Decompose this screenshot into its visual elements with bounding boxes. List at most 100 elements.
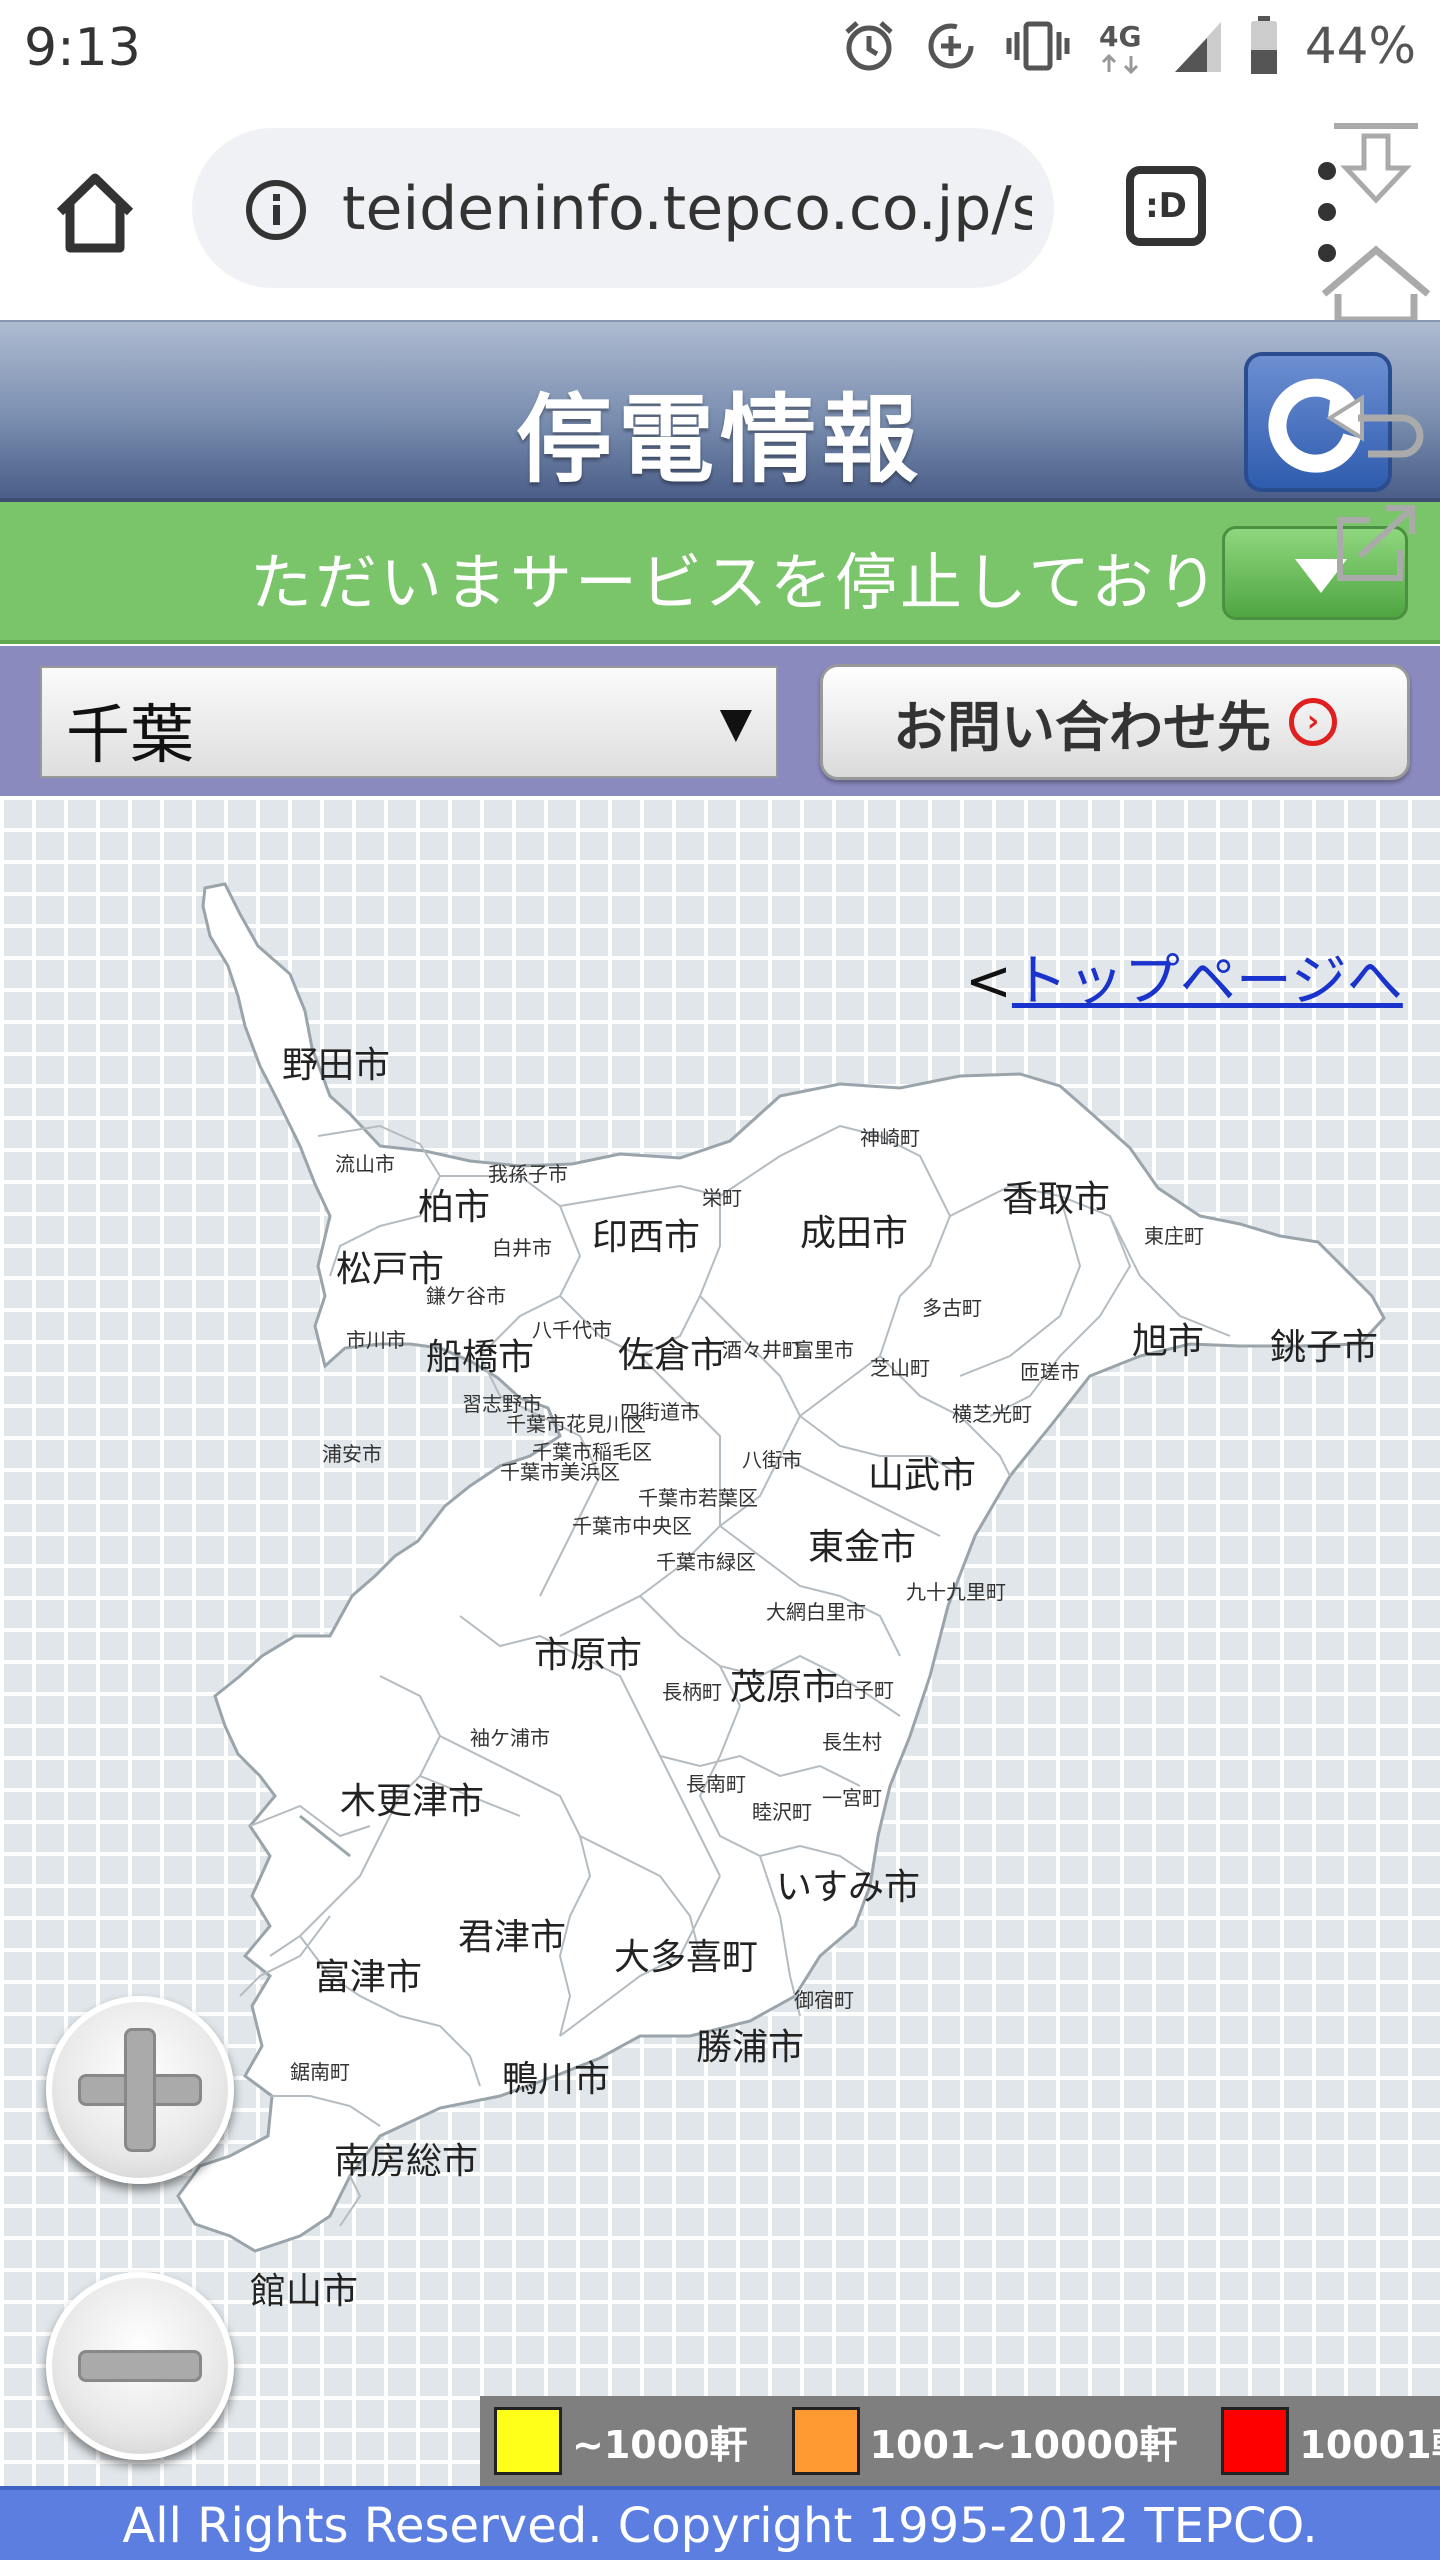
city-label-choshi[interactable]: 銚子市 <box>1270 1318 1378 1370</box>
city-label-yokoshibahikari[interactable]: 横芝光町 <box>952 1398 1032 1427</box>
city-label-noda[interactable]: 野田市 <box>282 1036 390 1088</box>
city-label-wakaba[interactable]: 千葉市若葉区 <box>638 1482 758 1511</box>
city-label-sakae[interactable]: 栄町 <box>702 1182 742 1211</box>
signal-icon <box>1174 22 1221 72</box>
screen: 9:13 4G 44% teideninfo.tepco.co.jp/s:D … <box>0 0 1440 2560</box>
city-label-tateyama[interactable]: 館山市 <box>250 2262 358 2314</box>
city-label-kashiwa[interactable]: 柏市 <box>418 1178 490 1230</box>
tab-switcher-button[interactable]: :D <box>1126 166 1206 246</box>
city-label-yachiyo[interactable]: 八千代市 <box>532 1314 612 1343</box>
contact-button[interactable]: お問い合わせ先 › <box>820 664 1410 780</box>
legend-label: 1001~10000軒 <box>869 2422 1178 2467</box>
city-label-oamishirasato[interactable]: 大網白里市 <box>766 1596 866 1625</box>
city-label-sosa[interactable]: 匝瑳市 <box>1020 1356 1080 1385</box>
city-label-minamiboso[interactable]: 南房総市 <box>334 2132 478 2184</box>
share-icon[interactable] <box>1330 500 1426 586</box>
city-label-shirako[interactable]: 白子町 <box>834 1674 894 1703</box>
scroll-to-bottom-icon[interactable] <box>1326 118 1426 208</box>
network-4g-icon: 4G <box>1099 20 1141 75</box>
city-label-chuo[interactable]: 千葉市中央区 <box>572 1510 692 1539</box>
city-label-sakura[interactable]: 佐倉市 <box>618 1326 726 1378</box>
city-label-yotsukaido[interactable]: 四街道市 <box>620 1396 700 1425</box>
city-label-chonan[interactable]: 長南町 <box>686 1768 746 1797</box>
city-label-chosei[interactable]: 長生村 <box>822 1726 882 1755</box>
city-label-inzai[interactable]: 印西市 <box>592 1208 700 1260</box>
city-label-kisarazu[interactable]: 木更津市 <box>340 1772 484 1824</box>
city-label-midori[interactable]: 千葉市緑区 <box>656 1546 756 1575</box>
city-label-kamogawa[interactable]: 鴨川市 <box>502 2050 610 2102</box>
contact-button-label: お問い合わせ先 <box>893 695 1271 759</box>
city-label-mihama[interactable]: 千葉市美浜区 <box>500 1456 620 1485</box>
city-label-shisui[interactable]: 酒々井町 <box>722 1334 802 1363</box>
status-time: 9:13 <box>24 18 141 78</box>
city-label-kozaki[interactable]: 神崎町 <box>860 1122 920 1151</box>
copyright-text: All Rights Reserved. Copyright 1995-2012… <box>122 2498 1318 2554</box>
zoom-in-button[interactable] <box>46 1996 234 2184</box>
legend-item: 1001~10000軒 <box>791 2407 1178 2475</box>
outage-map[interactable]: <トップページへ 野田市 流山市 柏市 我孫子市 栄町 神崎町 香取市 成田市 印西市 白井市 松戸… <box>0 796 1440 2486</box>
city-label-yachimata[interactable]: 八街市 <box>742 1444 802 1473</box>
city-label-ichikawa[interactable]: 市川市 <box>346 1324 406 1353</box>
arrow-circle-icon: › <box>1289 698 1337 746</box>
city-label-nagara[interactable]: 長柄町 <box>662 1676 722 1705</box>
info-icon[interactable] <box>244 178 308 242</box>
city-label-ichinomiya[interactable]: 一宮町 <box>822 1782 882 1811</box>
vibrate-icon <box>1006 21 1070 71</box>
city-label-tomisato[interactable]: 富里市 <box>794 1334 854 1363</box>
city-label-mutsuzawa[interactable]: 睦沢町 <box>752 1796 812 1825</box>
dropdown-arrow-icon: ▼ <box>719 698 752 747</box>
legend-swatch-orange <box>791 2407 860 2475</box>
page-title: 停電情報 <box>516 384 924 496</box>
city-label-urayasu[interactable]: 浦安市 <box>322 1438 382 1467</box>
city-label-abiko[interactable]: 我孫子市 <box>488 1158 568 1187</box>
city-label-isumi[interactable]: いすみ市 <box>776 1858 920 1910</box>
legend-swatch-red <box>1221 2407 1290 2475</box>
status-bar: 9:13 4G 44% <box>0 0 1440 100</box>
city-label-shiroi[interactable]: 白井市 <box>492 1232 552 1261</box>
city-label-narita[interactable]: 成田市 <box>800 1204 908 1256</box>
city-label-onjuku[interactable]: 御宿町 <box>794 1984 854 2013</box>
address-bar[interactable]: teideninfo.tepco.co.jp/s <box>192 128 1054 288</box>
city-label-kyonan[interactable]: 鋸南町 <box>290 2056 350 2085</box>
footer: All Rights Reserved. Copyright 1995-2012… <box>0 2486 1440 2560</box>
battery-icon <box>1250 16 1277 74</box>
plus-icon <box>52 2002 240 2190</box>
city-label-mobara[interactable]: 茂原市 <box>730 1658 838 1710</box>
status-icons: 4G 44% <box>841 16 1416 76</box>
city-label-kamagaya[interactable]: 鎌ケ谷市 <box>426 1280 506 1309</box>
legend-label: 10001軒~ <box>1299 2422 1440 2467</box>
city-label-kujukuri[interactable]: 九十九里町 <box>906 1576 1006 1605</box>
area-select[interactable]: 千葉 ▼ <box>40 666 778 778</box>
city-label-asahi[interactable]: 旭市 <box>1132 1312 1204 1364</box>
legend-swatch-yellow <box>494 2407 562 2475</box>
zoom-out-button[interactable] <box>46 2272 234 2460</box>
city-label-sodegaura[interactable]: 袖ケ浦市 <box>470 1722 550 1751</box>
city-label-funabashi[interactable]: 船橋市 <box>426 1328 534 1380</box>
city-label-otaki[interactable]: 大多喜町 <box>614 1928 758 1980</box>
city-label-katsuura[interactable]: 勝浦市 <box>696 2018 804 2070</box>
back-arrow-icon[interactable] <box>1322 388 1432 468</box>
selector-row: 千葉 ▼ お問い合わせ先 › <box>0 646 1440 796</box>
city-label-katori[interactable]: 香取市 <box>1002 1170 1110 1222</box>
city-label-kimitsu[interactable]: 君津市 <box>458 1908 566 1960</box>
outage-legend: ~1000軒 1001~10000軒 10001軒~ <box>480 2396 1440 2486</box>
city-label-tonosho[interactable]: 東庄町 <box>1144 1220 1204 1249</box>
alarm-icon <box>845 21 893 71</box>
city-label-shibayama[interactable]: 芝山町 <box>870 1352 930 1381</box>
city-label-togane[interactable]: 東金市 <box>808 1518 916 1570</box>
city-label-futtsu[interactable]: 富津市 <box>314 1948 422 2000</box>
city-label-nagareyama[interactable]: 流山市 <box>335 1148 395 1177</box>
url-text[interactable]: teideninfo.tepco.co.jp/s <box>342 174 1032 244</box>
home-icon[interactable] <box>50 168 140 258</box>
city-label-sanmu[interactable]: 山武市 <box>868 1446 976 1498</box>
top-page-link[interactable]: <トップページへ <box>965 936 1403 1017</box>
city-label-ichihara[interactable]: 市原市 <box>534 1626 642 1678</box>
city-label-takou[interactable]: 多古町 <box>922 1292 982 1321</box>
area-select-value: 千葉 <box>66 699 194 773</box>
minus-icon <box>52 2278 240 2466</box>
top-page-link-text[interactable]: トップページへ <box>1012 949 1403 1014</box>
scroll-to-top-icon[interactable] <box>1316 240 1436 332</box>
legend-label: ~1000軒 <box>572 2422 748 2467</box>
browser-toolbar: teideninfo.tepco.co.jp/s :D <box>0 100 1440 320</box>
svg-text:4G: 4G <box>1099 20 1141 53</box>
